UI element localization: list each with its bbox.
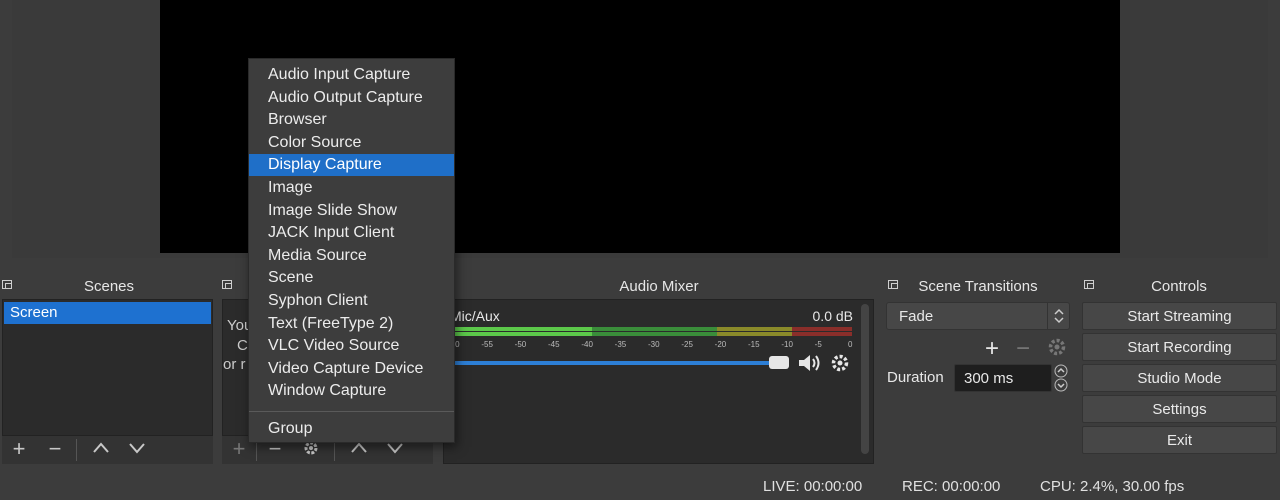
spin-arrows-icon[interactable] [1051, 364, 1071, 392]
menu-item[interactable]: VLC Video Source [249, 335, 454, 357]
meter-ticks: -60-55-50-45-40-35-30-25-20-15-10-50 [448, 340, 853, 350]
menu-item[interactable]: Video Capture Device [249, 358, 454, 380]
meter-tick-label: -30 [648, 340, 660, 349]
gear-icon[interactable] [829, 352, 851, 378]
meter-tick-label: -35 [614, 340, 627, 349]
menu-separator [249, 411, 454, 412]
menu-item[interactable]: Image Slide Show [249, 200, 454, 222]
volume-fader-handle[interactable] [769, 356, 789, 369]
controls-title: Controls [1151, 278, 1207, 295]
meter-tick-label: -55 [481, 340, 493, 349]
list-item[interactable]: Screen [4, 302, 211, 324]
gear-icon[interactable] [1046, 336, 1068, 362]
menu-item[interactable]: Display Capture [249, 154, 454, 177]
meter-tick-label: -10 [781, 340, 793, 349]
menu-item[interactable]: Audio Output Capture [249, 87, 454, 109]
menu-item-group[interactable]: Group [249, 418, 454, 440]
plus-icon[interactable]: + [6, 438, 32, 460]
minus-icon[interactable]: − [42, 438, 68, 460]
mixer-dock-title: Audio Mixer [442, 276, 876, 298]
studio-mode-button[interactable]: Studio Mode [1082, 364, 1277, 392]
chevron-down-icon[interactable] [124, 438, 150, 462]
menu-item[interactable]: Syphon Client [249, 290, 454, 312]
float-icon[interactable] [888, 280, 898, 289]
transitions-title: Scene Transitions [918, 278, 1038, 295]
volume-meter [452, 327, 852, 337]
float-icon[interactable] [2, 280, 12, 289]
transitions-dock-title: Scene Transitions [880, 276, 1076, 298]
mixer-db-value: 0.0 dB [812, 308, 853, 324]
chevron-up-icon[interactable] [88, 438, 114, 462]
duration-input[interactable]: 300 ms [954, 364, 1052, 392]
menu-item[interactable]: Window Capture [249, 380, 454, 402]
menu-item[interactable]: JACK Input Client [249, 222, 454, 244]
scenes-dock-title: Scenes [0, 276, 218, 298]
meter-tick-label: -25 [681, 340, 693, 349]
transition-select-value: Fade [899, 308, 934, 325]
duration-label: Duration [887, 369, 944, 386]
status-cpu: CPU: 2.4%, 30.00 fps [1040, 478, 1185, 495]
status-live: LIVE: 00:00:00 [763, 478, 863, 495]
mixer-scrollbar[interactable] [861, 304, 869, 454]
meter-tick-label: -20 [714, 340, 727, 349]
menu-item[interactable]: Audio Input Capture [249, 64, 454, 86]
add-source-menu: Audio Input Capture Audio Output Capture B… [248, 58, 455, 443]
transition-select[interactable]: Fade [886, 302, 1070, 330]
sources-hint-2: C [237, 337, 248, 354]
mixer-panel: Mic/Aux 0.0 dB -60-55-50-45-40-35-30-25-… [443, 299, 874, 464]
meter-tick-label: -15 [748, 340, 760, 349]
menu-item[interactable]: Text (FreeType 2) [249, 313, 454, 335]
plus-icon[interactable]: + [985, 335, 999, 363]
mixer-title: Audio Mixer [619, 278, 699, 295]
menu-item[interactable]: Media Source [249, 245, 454, 267]
duration-value: 300 ms [964, 370, 1014, 387]
status-rec: REC: 00:00:00 [902, 478, 1001, 495]
start-recording-button[interactable]: Start Recording [1082, 333, 1277, 361]
float-icon[interactable] [1084, 280, 1094, 289]
float-icon[interactable] [222, 280, 232, 289]
meter-tick-label: -5 [814, 340, 822, 349]
scenes-toolbar: + − [2, 436, 213, 464]
meter-tick-label: -50 [514, 340, 527, 349]
menu-item[interactable]: Image [249, 177, 454, 199]
sources-hint-3: or r [223, 356, 246, 373]
settings-button[interactable]: Settings [1082, 395, 1277, 423]
spin-arrows-icon [1047, 303, 1069, 329]
meter-tick-label: -40 [581, 340, 593, 349]
speaker-icon[interactable] [796, 351, 824, 379]
meter-tick-label: -45 [548, 340, 560, 349]
menu-item[interactable]: Color Source [249, 132, 454, 154]
controls-dock-title: Controls [1078, 276, 1280, 298]
meter-tick-label: 0 [848, 340, 853, 349]
menu-item[interactable]: Scene [249, 267, 454, 289]
minus-icon[interactable]: − [1016, 335, 1030, 363]
menu-item[interactable]: Browser [249, 109, 454, 131]
exit-button[interactable]: Exit [1082, 426, 1277, 454]
start-streaming-button[interactable]: Start Streaming [1082, 302, 1277, 330]
scenes-title: Scenes [83, 278, 135, 295]
mixer-channel-name: Mic/Aux [450, 308, 500, 324]
toolbar-divider [76, 439, 77, 461]
volume-fader[interactable] [452, 361, 782, 365]
